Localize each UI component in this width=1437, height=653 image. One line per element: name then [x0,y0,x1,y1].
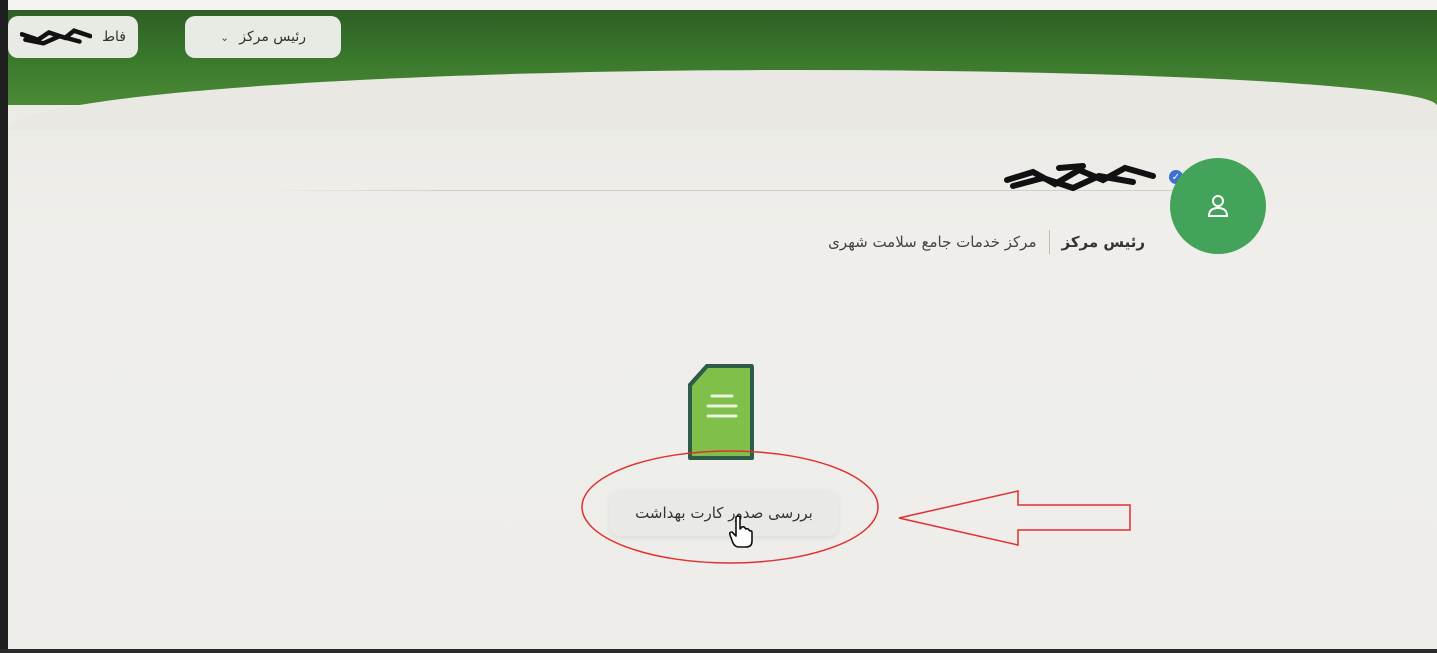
screen-bezel-left [0,0,8,653]
profile-role-title: رئیس مرکز [1061,233,1146,251]
health-card-review-label: بررسی صدور کارت بهداشت [635,504,813,522]
role-selector[interactable]: رئیس مرکز ⌄ [185,16,341,58]
screen-bezel-top [0,0,1437,10]
redaction-scribble [1004,163,1156,192]
user-icon [1207,195,1229,217]
profile-organization: مرکز خدمات جامع سلامت شهری [828,233,1037,251]
role-separator [1048,230,1050,254]
avatar[interactable] [1170,158,1266,254]
health-card-review-button[interactable]: بررسی صدور کارت بهداشت [610,490,838,536]
screen-bezel-bottom [0,649,1437,653]
annotation-arrow [898,490,1131,546]
user-chip[interactable]: فاط [8,16,138,58]
document-icon[interactable] [686,362,756,462]
hand-cursor-icon [728,515,753,548]
profile-role-row: رئیس مرکز مرکز خدمات جامع سلامت شهری [800,228,1145,256]
profile-name-row: ✓ [1003,162,1183,192]
page: فاط رئیس مرکز ⌄ ✓ رئیس مرکز مرکز خدمات ج… [8,10,1437,649]
chevron-down-icon: ⌄ [220,30,230,44]
role-selector-label: رئیس مرکز [239,29,307,45]
user-name-visible: فاط [102,29,126,45]
redaction-scribble [20,28,93,46]
